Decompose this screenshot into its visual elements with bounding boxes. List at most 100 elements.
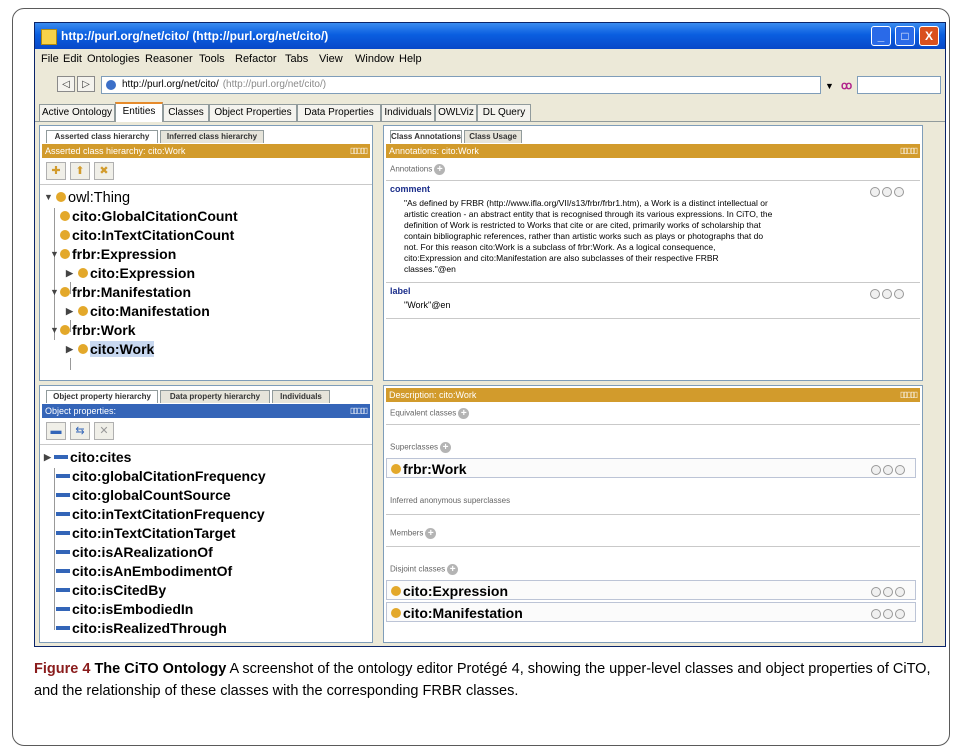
view-controls-icon[interactable]: ▯▯▯▯▯ — [900, 390, 918, 400]
menu-refactor[interactable]: Refactor — [235, 53, 277, 65]
delete-class-icon[interactable]: ✖ — [94, 162, 114, 180]
superclass-row[interactable]: frbr:Work — [386, 458, 916, 478]
tab-asserted-class-hierarchy[interactable]: Asserted class hierarchy — [46, 130, 158, 143]
expand-icon[interactable]: ▼ — [50, 245, 59, 263]
add-annotation-icon[interactable]: + — [434, 164, 446, 175]
tree-item[interactable]: ▼ frbr:Manifestation — [50, 283, 191, 301]
property-item[interactable]: cito:inTextCitationFrequency — [56, 505, 265, 523]
delete-property-icon[interactable]: ✕ — [94, 422, 114, 440]
property-item[interactable]: cito:globalCountSource — [56, 486, 231, 504]
tab-inferred-class-hierarchy[interactable]: Inferred class hierarchy — [160, 130, 264, 143]
view-controls-icon[interactable]: ▯▯▯▯▯ — [350, 406, 368, 416]
tab-object-property-hierarchy[interactable]: Object property hierarchy — [46, 390, 158, 403]
tab-data-property-hierarchy[interactable]: Data property hierarchy — [160, 390, 270, 403]
expand-icon[interactable]: ▼ — [44, 188, 53, 206]
disjoint-edit-icon[interactable] — [895, 587, 905, 597]
property-item[interactable]: cito:inTextCitationTarget — [56, 524, 236, 542]
tree-item[interactable]: cito:InTextCitationCount — [60, 226, 234, 244]
ontology-url-field[interactable]: http://purl.org/net/cito/(http://purl.or… — [101, 76, 821, 94]
add-sibling-property-icon[interactable]: ⇆ — [70, 422, 90, 440]
label-actions[interactable] — [868, 286, 904, 304]
disjoint-actions[interactable] — [869, 606, 905, 624]
superclass-actions[interactable] — [869, 462, 905, 480]
add-sibling-icon[interactable]: ⬆ — [70, 162, 90, 180]
add-disjoint-class-icon[interactable]: + — [447, 564, 459, 575]
disjoint-actions[interactable] — [869, 584, 905, 602]
disjoint-delete-icon[interactable] — [883, 609, 893, 619]
menu-reasoner[interactable]: Reasoner — [145, 53, 193, 65]
disjoint-row[interactable]: cito:Manifestation — [386, 602, 916, 622]
property-item[interactable]: ▶ cito:cites — [44, 448, 131, 466]
tree-item[interactable]: ▶ cito:Manifestation — [66, 302, 210, 320]
annotation-comment-key[interactable]: comment — [390, 184, 430, 194]
menu-view[interactable]: View — [319, 53, 343, 65]
view-controls-icon[interactable]: ▯▯▯▯▯ — [900, 146, 918, 156]
expand-icon[interactable]: ▶ — [44, 448, 51, 466]
tree-item[interactable]: ▼ owl:Thing — [44, 188, 130, 206]
forward-button[interactable]: ▷ — [77, 76, 95, 92]
label-delete-icon[interactable] — [882, 289, 892, 299]
add-subclass-icon[interactable]: ✚ — [46, 162, 66, 180]
annotation-info-icon[interactable] — [870, 187, 880, 197]
expand-icon[interactable]: ▶ — [66, 264, 73, 282]
tree-item[interactable]: ▼ frbr:Expression — [50, 245, 176, 263]
tab-entities[interactable]: Entities — [115, 102, 163, 122]
close-button[interactable]: X — [919, 26, 939, 46]
menu-help[interactable]: Help — [399, 53, 422, 65]
tree-item-selected[interactable]: ▶ cito:Work — [66, 340, 155, 358]
disjoint-row[interactable]: cito:Expression — [386, 580, 916, 600]
superclass-info-icon[interactable] — [871, 465, 881, 475]
menu-tools[interactable]: Tools — [199, 53, 225, 65]
tab-individuals[interactable]: Individuals — [381, 104, 435, 121]
annotation-delete-icon[interactable] — [882, 187, 892, 197]
add-subproperty-icon[interactable]: ▬ — [46, 422, 66, 440]
annotation-actions[interactable] — [868, 184, 904, 202]
disjoint-info-icon[interactable] — [871, 587, 881, 597]
tree-item[interactable]: ▼ frbr:Work — [50, 321, 136, 339]
disjoint-delete-icon[interactable] — [883, 587, 893, 597]
view-controls-icon[interactable]: ▯▯▯▯▯ — [350, 146, 368, 156]
tab-classes[interactable]: Classes — [163, 104, 209, 121]
expand-icon[interactable]: ▶ — [66, 340, 73, 358]
label-edit-icon[interactable] — [894, 289, 904, 299]
property-item[interactable]: cito:isAnEmbodimentOf — [56, 562, 232, 580]
tab-dl-query[interactable]: DL Query — [477, 104, 531, 121]
menu-file[interactable]: File — [41, 53, 59, 65]
menu-ontologies[interactable]: Ontologies — [87, 53, 140, 65]
tab-individuals-panel[interactable]: Individuals — [272, 390, 330, 403]
disjoint-info-icon[interactable] — [871, 609, 881, 619]
minimize-button[interactable]: _ — [871, 26, 891, 46]
annotation-edit-icon[interactable] — [894, 187, 904, 197]
tab-data-properties[interactable]: Data Properties — [297, 104, 381, 121]
label-info-icon[interactable] — [870, 289, 880, 299]
expand-icon[interactable]: ▼ — [50, 321, 59, 339]
tab-class-annotations[interactable]: Class Annotations — [390, 130, 462, 143]
expand-icon[interactable]: ▶ — [66, 302, 73, 320]
chevron-down-icon[interactable]: ▼ — [825, 81, 834, 91]
property-item[interactable]: cito:isRealizedThrough — [56, 619, 227, 637]
menu-tabs[interactable]: Tabs — [285, 53, 308, 65]
search-input[interactable] — [857, 76, 941, 94]
superclass-edit-icon[interactable] — [895, 465, 905, 475]
disjoint-edit-icon[interactable] — [895, 609, 905, 619]
tab-class-usage[interactable]: Class Usage — [464, 130, 522, 143]
superclass-delete-icon[interactable] — [883, 465, 893, 475]
expand-icon[interactable]: ▼ — [50, 283, 59, 301]
add-equivalent-class-icon[interactable]: + — [458, 408, 470, 419]
menu-edit[interactable]: Edit — [63, 53, 82, 65]
annotation-label-key[interactable]: label — [390, 286, 411, 296]
property-item[interactable]: cito:globalCitationFrequency — [56, 467, 266, 485]
property-item[interactable]: cito:isCitedBy — [56, 581, 166, 599]
menu-window[interactable]: Window — [355, 53, 394, 65]
add-member-icon[interactable]: + — [425, 528, 437, 539]
tab-active-ontology[interactable]: Active Ontology — [39, 104, 115, 121]
property-item[interactable]: cito:isARealizationOf — [56, 543, 213, 561]
tab-owlviz[interactable]: OWLViz — [435, 104, 477, 121]
maximize-button[interactable]: □ — [895, 26, 915, 46]
tab-object-properties[interactable]: Object Properties — [209, 104, 297, 121]
back-button[interactable]: ◁ — [57, 76, 75, 92]
tree-item[interactable]: ▶ cito:Expression — [66, 264, 195, 282]
add-superclass-icon[interactable]: + — [440, 442, 452, 453]
tree-item[interactable]: cito:GlobalCitationCount — [60, 207, 238, 225]
property-item[interactable]: cito:isEmbodiedIn — [56, 600, 193, 618]
